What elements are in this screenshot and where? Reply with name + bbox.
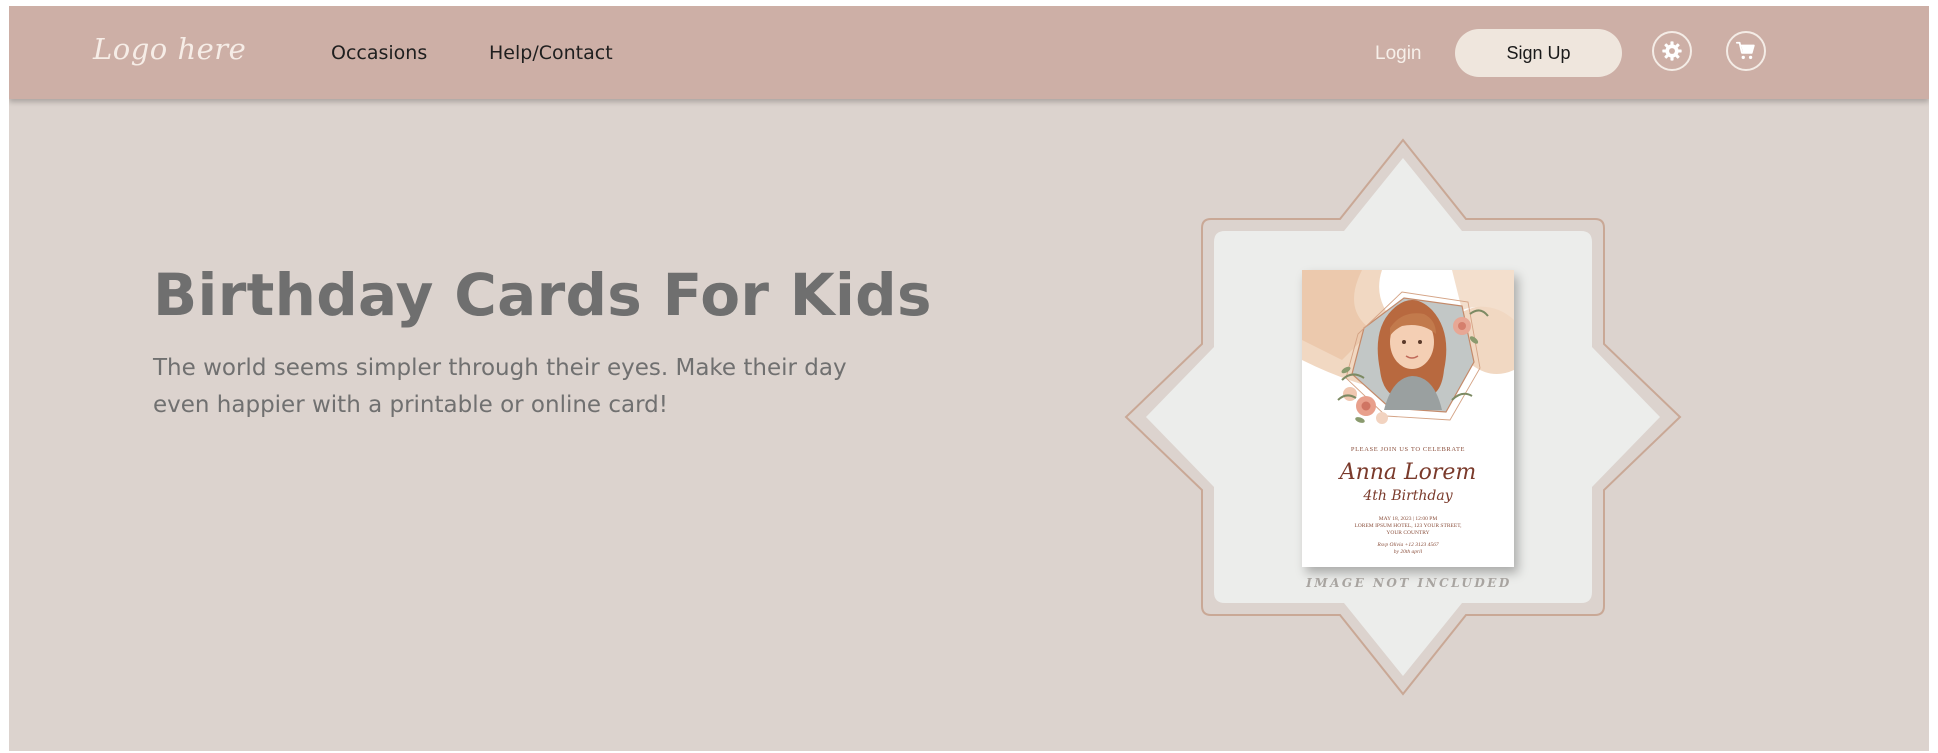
card-details: MAY 18, 2023 | 12:00 PM LOREM IPSUM HOTE… bbox=[1332, 516, 1484, 537]
login-link[interactable]: Login bbox=[1375, 43, 1422, 65]
signup-button[interactable]: Sign Up bbox=[1455, 29, 1622, 77]
nav-link-help-contact[interactable]: Help/Contact bbox=[489, 42, 613, 64]
card-occasion: 4th Birthday bbox=[1363, 488, 1453, 504]
card-tagline: PLEASE JOIN US TO CELEBRATE bbox=[1350, 446, 1466, 453]
settings-button[interactable] bbox=[1652, 31, 1692, 71]
cart-icon bbox=[1735, 41, 1755, 60]
navbar: Logo here Occasions Help/Contact Login S… bbox=[9, 6, 1929, 99]
card-rsvp: Rsvp Olivia +12 3123 4567 by 20th april bbox=[1332, 542, 1484, 556]
hero-subtitle: The world seems simpler through their ey… bbox=[153, 355, 847, 418]
hero-title: Birthday Cards For Kids bbox=[153, 261, 932, 329]
card-details-venue: LOREM IPSUM HOTEL, 123 YOUR STREET, bbox=[1354, 523, 1462, 529]
image-not-included-note: IMAGE NOT INCLUDED bbox=[1306, 576, 1512, 590]
card-details-country: YOUR COUNTRY bbox=[1386, 530, 1430, 536]
signup-button-label: Sign Up bbox=[1506, 42, 1571, 63]
card-rsvp-contact: Rsvp Olivia +12 3123 4567 bbox=[1377, 542, 1439, 548]
invitation-card-preview[interactable]: PLEASE JOIN US TO CELEBRATE Anna Lorem 4… bbox=[1302, 270, 1514, 567]
logo[interactable]: Logo here bbox=[93, 32, 246, 66]
page-frame: Logo here Occasions Help/Contact Login S… bbox=[9, 6, 1929, 751]
card-details-date: MAY 18, 2023 | 12:00 PM bbox=[1378, 516, 1438, 522]
gear-icon bbox=[1662, 41, 1682, 61]
card-rsvp-deadline: by 20th april bbox=[1393, 549, 1423, 555]
cart-button[interactable] bbox=[1726, 31, 1766, 71]
card-name: Anna Lorem bbox=[1339, 460, 1477, 485]
portrait-illustration bbox=[1302, 270, 1514, 440]
nav-link-occasions[interactable]: Occasions bbox=[331, 42, 427, 64]
